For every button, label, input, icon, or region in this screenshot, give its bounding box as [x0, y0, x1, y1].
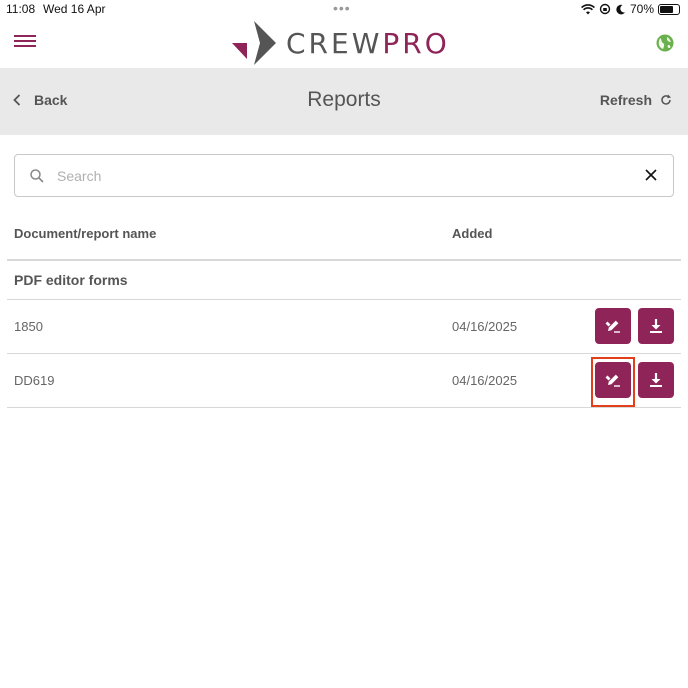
table-header: Document/report name Added — [7, 210, 681, 261]
wifi-icon — [581, 3, 595, 14]
logo-text-pro: PRO — [382, 26, 450, 60]
logo-mark-icon — [232, 21, 276, 65]
pencil-edit-icon — [605, 320, 620, 333]
logo-text: CREWPRO — [286, 27, 450, 60]
pencil-edit-icon — [605, 374, 620, 387]
status-time: 11:08 — [6, 2, 36, 16]
menu-button[interactable] — [14, 32, 36, 52]
hamburger-icon-line — [14, 40, 36, 42]
status-indicators: 70% — [581, 2, 680, 16]
document-name: 1850 — [14, 319, 43, 334]
document-added-date: 04/16/2025 — [452, 319, 518, 334]
navigation-bar: Back Reports Refresh — [0, 68, 688, 135]
table-row: 1850 04/16/2025 — [7, 300, 681, 354]
download-icon — [650, 319, 662, 333]
edit-button[interactable] — [595, 308, 631, 344]
rotation-lock-icon — [599, 3, 611, 15]
download-icon — [650, 373, 662, 387]
refresh-icon — [661, 94, 671, 105]
document-added-date: 04/16/2025 — [452, 373, 518, 388]
multitasking-dots[interactable]: ••• — [333, 0, 351, 16]
crewpro-logo: CREWPRO — [232, 20, 450, 66]
globe-icon[interactable] — [656, 34, 674, 52]
app-header: CREWPRO — [0, 18, 688, 68]
column-header-added[interactable]: Added — [452, 226, 492, 241]
download-button[interactable] — [638, 308, 674, 344]
close-icon[interactable] — [643, 167, 659, 183]
table-row: DD619 04/16/2025 — [7, 354, 681, 408]
search-box — [14, 154, 674, 197]
document-name: DD619 — [14, 373, 55, 388]
edit-button[interactable] — [595, 362, 631, 398]
battery-icon — [658, 3, 680, 15]
status-bar: 11:08 Wed 16 Apr ••• 70% — [0, 0, 688, 18]
group-header: PDF editor forms — [7, 261, 681, 300]
moon-icon — [616, 4, 625, 14]
search-input[interactable] — [57, 165, 617, 187]
page-title: Reports — [307, 88, 381, 111]
logo-text-crew: CREW — [286, 26, 383, 60]
refresh-button[interactable]: Refresh — [600, 92, 672, 108]
hamburger-icon-line — [14, 45, 36, 47]
search-icon — [30, 169, 44, 183]
download-button[interactable] — [638, 362, 674, 398]
battery-fill — [660, 5, 673, 13]
hamburger-icon — [14, 35, 36, 37]
refresh-label: Refresh — [599, 92, 652, 108]
battery-percent: 70% — [629, 2, 654, 16]
status-date: Wed 16 Apr — [43, 2, 106, 16]
group-label: PDF editor forms — [14, 272, 128, 288]
column-header-name[interactable]: Document/report name — [14, 226, 156, 241]
